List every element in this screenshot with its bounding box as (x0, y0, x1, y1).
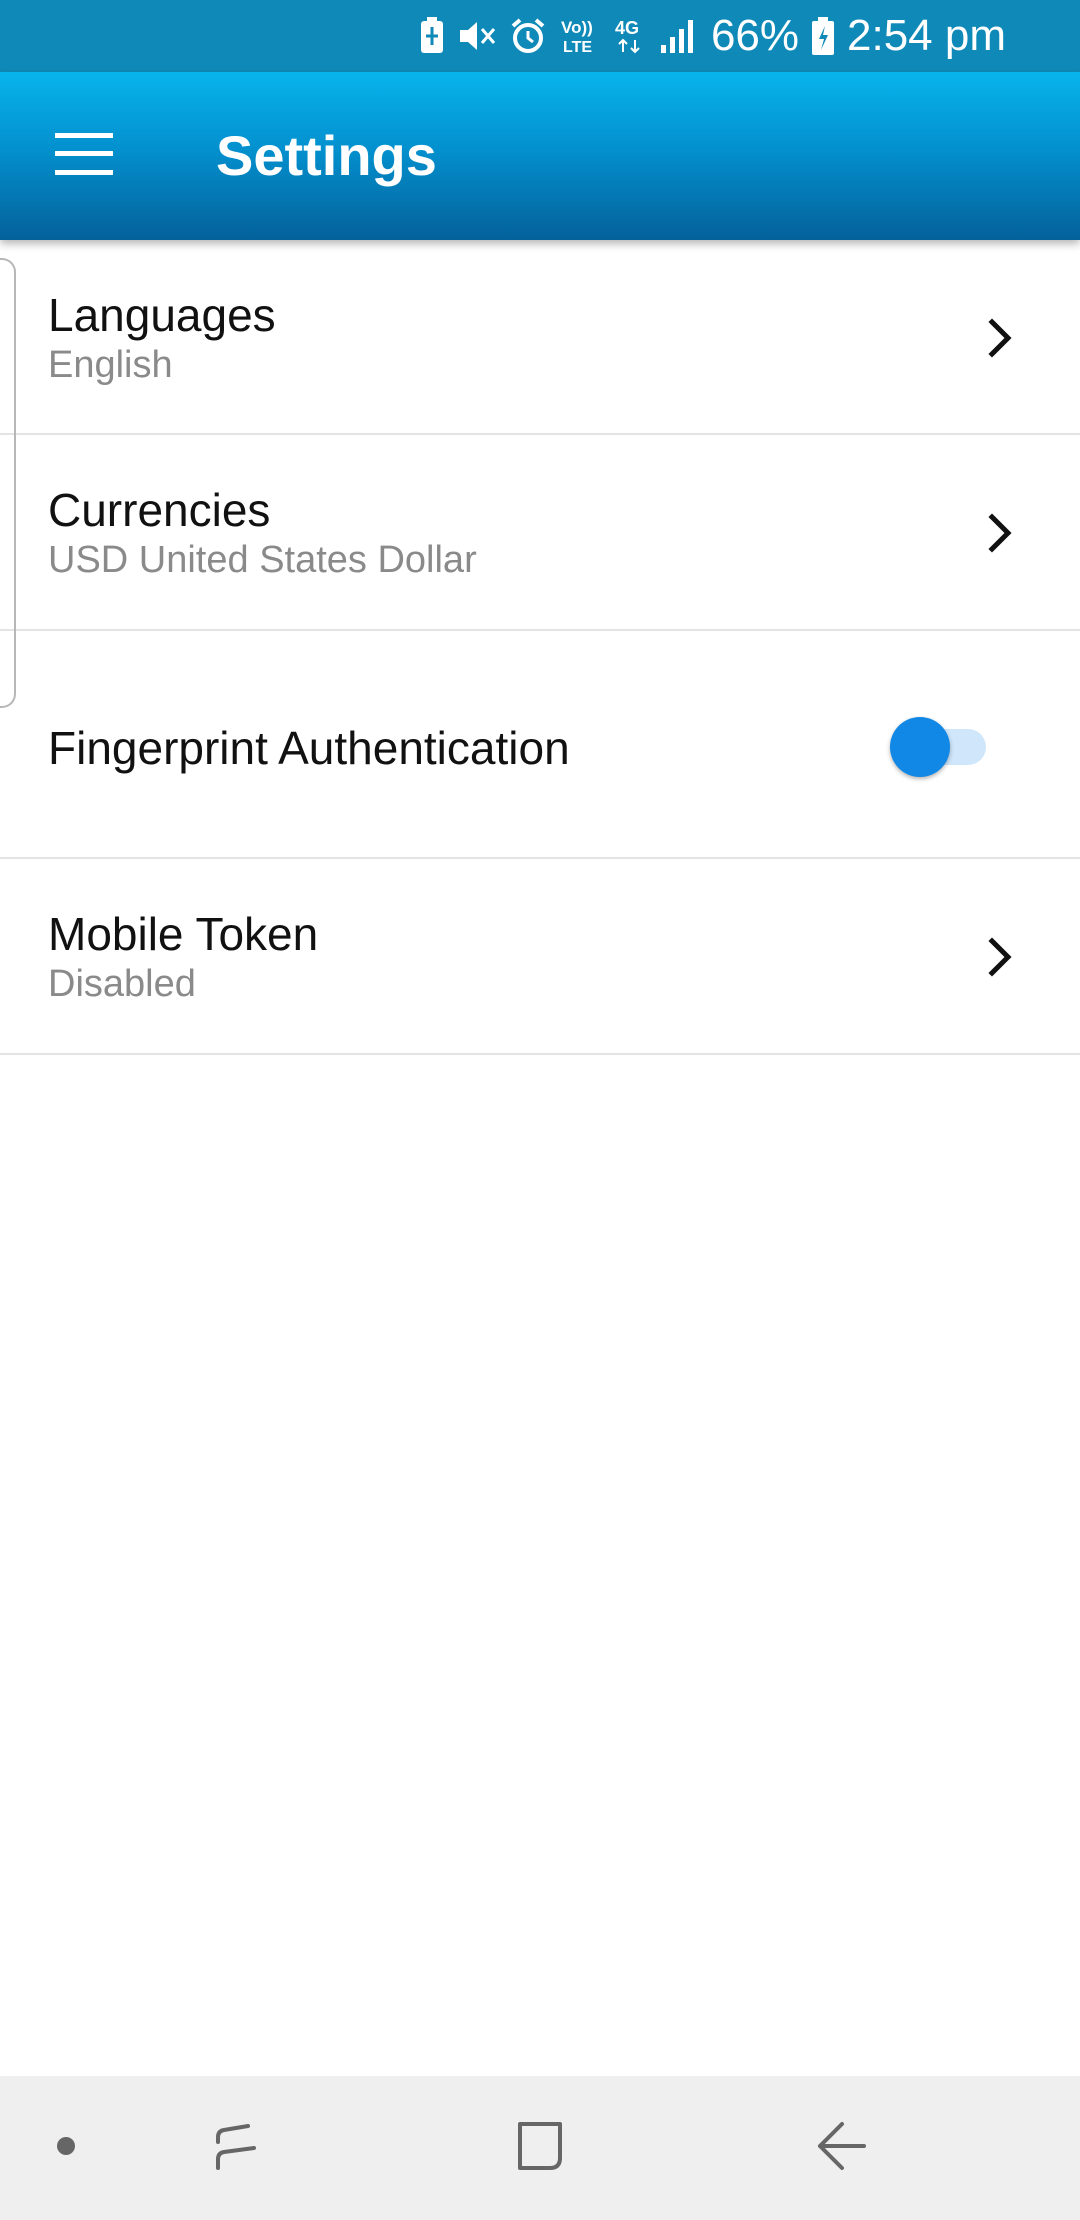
mute-icon (457, 17, 497, 55)
status-icons: Vo)) LTE 4G 66% 2:54 pm (419, 0, 1006, 72)
mobile-token-setting[interactable]: Mobile Token Disabled (0, 859, 1080, 1055)
clock: 2:54 pm (847, 11, 1006, 60)
currencies-value: USD United States Dollar (48, 539, 477, 581)
navigation-bar (0, 2076, 1080, 2220)
back-icon (812, 2118, 872, 2179)
battery-percent: 66% (710, 11, 800, 60)
mobile-token-value: Disabled (48, 963, 196, 1005)
fingerprint-title: Fingerprint Authentication (48, 722, 570, 774)
battery-icon (811, 16, 835, 56)
currencies-setting[interactable]: Currencies USD United States Dollar (0, 435, 1080, 631)
languages-setting[interactable]: Languages English (0, 240, 1080, 435)
chevron-right-icon (980, 310, 1020, 366)
app-bar: Settings (0, 72, 1080, 240)
page-title: Settings (216, 124, 437, 187)
toggle-thumb (890, 717, 950, 777)
fingerprint-toggle[interactable] (890, 717, 986, 777)
home-icon (512, 2118, 568, 2179)
recent-apps-button[interactable] (186, 2076, 286, 2220)
languages-title: Languages (48, 289, 276, 341)
mobile-token-title: Mobile Token (48, 908, 319, 960)
svg-text:LTE: LTE (563, 39, 592, 56)
chevron-right-icon (980, 505, 1020, 561)
chevron-right-icon (980, 929, 1020, 985)
status-bar: Vo)) LTE 4G 66% 2:54 pm (0, 0, 1080, 72)
home-button[interactable] (490, 2076, 590, 2220)
svg-text:Vo)): Vo)) (561, 18, 593, 37)
languages-value: English (48, 344, 173, 386)
hamburger-menu-icon (55, 132, 113, 180)
battery-saver-icon (419, 17, 445, 55)
fingerprint-setting: Fingerprint Authentication (0, 631, 1080, 859)
menu-button[interactable] (40, 112, 128, 200)
dot-icon (56, 2136, 76, 2161)
back-button[interactable] (792, 2076, 892, 2220)
recent-apps-icon (206, 2118, 266, 2179)
nav-dot-button[interactable] (30, 2076, 102, 2220)
svg-text:4G: 4G (615, 18, 639, 38)
volte-icon: Vo)) LTE (559, 16, 601, 56)
drawer-edge-handle[interactable] (0, 258, 16, 708)
alarm-icon (509, 17, 547, 55)
4g-icon: 4G (613, 16, 647, 56)
currencies-title: Currencies (48, 484, 271, 536)
signal-icon (659, 17, 699, 55)
